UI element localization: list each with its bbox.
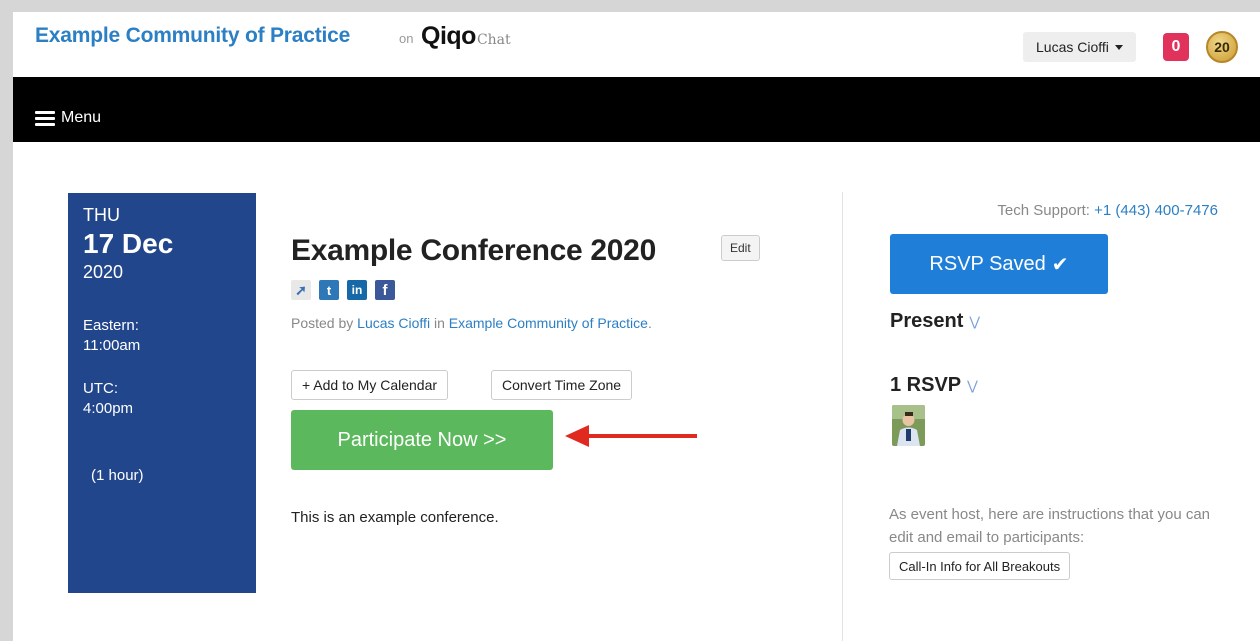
edit-button[interactable]: Edit: [721, 235, 760, 261]
tech-support-label: Tech Support:: [997, 202, 1090, 219]
menu-label: Menu: [61, 109, 102, 126]
share-icons: ➚ t in f: [291, 280, 395, 300]
red-arrow-annotation: [565, 425, 697, 447]
column-divider: [842, 192, 843, 641]
present-heading: Present: [890, 310, 964, 332]
event-description: This is an example conference.: [291, 509, 499, 526]
logo-suffix: Chat: [476, 32, 511, 48]
utc-time: 4:00pm: [83, 400, 134, 417]
facebook-icon[interactable]: f: [375, 280, 395, 300]
rsvp-count-heading: 1 RSVP: [890, 374, 962, 396]
local-time: 11:00am: [83, 337, 141, 354]
on-label: on: [399, 31, 414, 46]
check-icon: ✔: [1051, 253, 1069, 276]
points-badge[interactable]: 20: [1206, 31, 1238, 63]
logo-mark: Qiqo: [421, 22, 476, 50]
author-link[interactable]: Lucas Cioffi: [357, 315, 430, 331]
rsvp-label: RSVP Saved: [929, 252, 1046, 275]
add-to-calendar-button[interactable]: + Add to My Calendar: [291, 370, 449, 400]
posted-by-line: Posted by Lucas Cioffi in Example Commun…: [291, 315, 652, 331]
event-weekday: THU: [83, 205, 120, 225]
convert-time-zone-button[interactable]: Convert Time Zone: [491, 370, 633, 400]
in-text: in: [433, 315, 445, 331]
event-date: 17 Dec: [83, 228, 174, 259]
top-bar: Example Community of Practice on Qiqo Ch…: [13, 12, 1260, 77]
avatar-photo: [892, 405, 925, 446]
event-title: Example Conference 2020: [291, 234, 656, 267]
user-name: Lucas Cioffi: [1036, 39, 1109, 55]
host-instructions: As event host, here are instructions tha…: [889, 506, 1211, 546]
caret-down-icon: [1114, 44, 1123, 50]
rsvp-saved-button[interactable]: RSVP Saved ✔: [890, 234, 1108, 294]
tech-support-line: Tech Support: +1 (443) 400-7476: [933, 202, 1218, 219]
community-link[interactable]: Example Community of Practice: [449, 315, 648, 331]
attendee-avatar[interactable]: [892, 405, 925, 446]
hamburger-icon: [35, 110, 55, 126]
local-timezone-label: Eastern:: [83, 317, 139, 334]
present-toggle[interactable]: Present ⋁: [890, 310, 980, 333]
share-icon[interactable]: ➚: [291, 280, 311, 300]
participate-now-button[interactable]: Participate Now >>: [291, 410, 553, 470]
double-chevron-down-icon: ⋁: [969, 313, 981, 329]
rsvp-count-toggle[interactable]: 1 RSVP ⋁: [890, 374, 978, 397]
qiqo-chat-logo[interactable]: Qiqo Chat: [421, 22, 511, 51]
utc-label: UTC:: [83, 380, 118, 397]
notification-badge[interactable]: 0: [1163, 33, 1189, 61]
callin-info-button[interactable]: Call-In Info for All Breakouts: [889, 552, 1071, 580]
community-title[interactable]: Example Community of Practice: [35, 24, 350, 48]
event-duration: (1 hour): [91, 467, 144, 484]
event-date-panel: THU 17 Dec 2020 Eastern: 11:00am UTC: 4:…: [68, 193, 256, 593]
user-menu-button[interactable]: Lucas Cioffi: [1023, 32, 1136, 62]
posted-prefix: Posted by: [291, 315, 354, 331]
page-frame: Example Community of Practice on Qiqo Ch…: [13, 12, 1260, 641]
menu-button[interactable]: Menu: [35, 109, 101, 127]
tumblr-icon[interactable]: t: [319, 280, 339, 300]
double-chevron-down-icon: ⋁: [967, 377, 978, 393]
menu-bar: Menu: [13, 77, 1260, 142]
event-year: 2020: [83, 262, 124, 282]
linkedin-icon[interactable]: in: [347, 280, 367, 300]
tech-support-phone[interactable]: +1 (443) 400-7476: [1094, 202, 1218, 219]
